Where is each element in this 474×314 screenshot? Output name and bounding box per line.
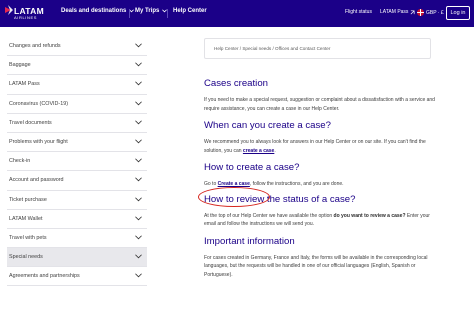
uk-flag-icon bbox=[417, 9, 424, 16]
sidebar-item-problems-with-flight[interactable]: Problems with your flight bbox=[7, 133, 147, 153]
heading-cases-creation: Cases creation bbox=[204, 78, 268, 89]
currency-selector[interactable]: GBP · £ bbox=[417, 9, 444, 16]
flight-status-label: Flight status bbox=[345, 9, 372, 15]
chevron-down-icon bbox=[135, 196, 142, 201]
latam-logo-mark-icon bbox=[5, 5, 13, 15]
sidebar-item-label: Agreements and partnerships bbox=[9, 273, 80, 280]
external-link-icon bbox=[411, 10, 415, 14]
nav-my-trips-label: My Trips bbox=[135, 8, 160, 14]
flight-status-link[interactable]: Flight status bbox=[345, 9, 372, 15]
top-navigation-bar: LATAM AIRLINES Deals and destinations My… bbox=[0, 0, 474, 27]
sidebar-item-special-needs[interactable]: Special needs bbox=[7, 248, 147, 268]
chevron-down-icon bbox=[135, 235, 142, 240]
sidebar-item-label: Account and password bbox=[9, 177, 64, 184]
sidebar-item-label: Coronavirus (COVID-19) bbox=[9, 100, 69, 107]
nav-my-trips[interactable]: My Trips bbox=[135, 8, 168, 14]
paragraph-text: . bbox=[274, 147, 276, 154]
sidebar-item-latam-pass[interactable]: LATAM Pass bbox=[7, 75, 147, 95]
sidebar-item-check-in[interactable]: Check-in bbox=[7, 152, 147, 172]
nav-help-center-label: Help Center bbox=[173, 8, 207, 14]
sidebar-item-label: LATAM Wallet bbox=[9, 215, 43, 222]
breadcrumb: Help Center / Special needs / Offices an… bbox=[204, 38, 431, 59]
paragraph-text: We recommend you to always look for answ… bbox=[204, 139, 426, 154]
currency-label: GBP · £ bbox=[426, 9, 444, 16]
sidebar-item-agreements-and-partnerships[interactable]: Agreements and partnerships bbox=[7, 267, 147, 287]
paragraph-review-status: At the top of our Help Center we have av… bbox=[204, 212, 438, 229]
latam-pass-link[interactable]: LATAM Pass bbox=[380, 9, 415, 15]
nav-divider bbox=[167, 9, 168, 18]
chevron-down-icon bbox=[129, 9, 135, 13]
brand-subtitle: AIRLINES bbox=[14, 15, 38, 20]
nav-deals-label: Deals and destinations bbox=[61, 8, 127, 14]
review-case-option: do you want to review a case? bbox=[333, 212, 406, 219]
sidebar-item-baggage[interactable]: Baggage bbox=[7, 56, 147, 76]
chevron-down-icon bbox=[135, 101, 142, 105]
chevron-down-icon bbox=[135, 177, 142, 182]
chevron-down-icon bbox=[135, 273, 142, 278]
paragraph-important-information: For cases created in Germany, France and… bbox=[204, 254, 428, 278]
sidebar-item-coronavirus[interactable]: Coronavirus (COVID-19) bbox=[7, 95, 147, 114]
create-a-case-link-primary[interactable]: Create a case bbox=[218, 181, 250, 187]
latam-logo[interactable]: LATAM AIRLINES bbox=[5, 5, 47, 22]
sidebar-item-travel-with-pets[interactable]: Travel with pets bbox=[7, 229, 147, 249]
create-a-case-link[interactable]: create a case bbox=[243, 148, 274, 154]
paragraph-text: At the top of our Help Center we have av… bbox=[204, 212, 334, 219]
heading-how-create-case: How to create a case? bbox=[204, 162, 300, 173]
paragraph-cases-creation: If you need to make a special request, s… bbox=[204, 97, 435, 112]
chevron-down-icon bbox=[135, 254, 142, 259]
chevron-down-icon bbox=[135, 62, 142, 67]
nav-help-center[interactable]: Help Center bbox=[173, 8, 207, 14]
sidebar-item-ticket-purchase[interactable]: Ticket purchase bbox=[7, 191, 147, 210]
heading-review-status: How to review the status of a case? bbox=[204, 193, 356, 205]
nav-divider bbox=[129, 9, 130, 18]
sidebar-item-label: Changes and refunds bbox=[9, 43, 61, 50]
sidebar-item-label: Baggage bbox=[9, 62, 31, 69]
login-button[interactable]: Log in bbox=[446, 6, 470, 20]
sidebar-item-changes-and-refunds[interactable]: Changes and refunds bbox=[7, 37, 147, 57]
chevron-down-icon bbox=[135, 120, 142, 125]
heading-when-create-case: When can you create a case? bbox=[204, 120, 331, 131]
sidebar-item-label: LATAM Pass bbox=[9, 81, 40, 88]
paragraph-text: , follow the instructions, and you are d… bbox=[249, 181, 344, 187]
sidebar-item-account-and-password[interactable]: Account and password bbox=[7, 171, 147, 191]
paragraph-text: Go to bbox=[204, 181, 218, 187]
sidebar-item-label: Ticket purchase bbox=[9, 196, 47, 203]
chevron-down-icon bbox=[135, 81, 142, 86]
paragraph-how-create-case: Go to Create a case, follow the instruct… bbox=[204, 180, 438, 189]
chevron-down-icon bbox=[135, 216, 142, 221]
sidebar-item-label: Travel with pets bbox=[9, 234, 47, 241]
sidebar-item-label: Special needs bbox=[9, 254, 43, 261]
sidebar-item-label: Check-in bbox=[9, 158, 31, 165]
help-topics-sidebar: Changes and refunds Baggage LATAM Pass C… bbox=[7, 37, 147, 287]
heading-important-information: Important information bbox=[204, 235, 295, 247]
sidebar-item-label: Problems with your flight bbox=[9, 139, 68, 146]
chevron-down-icon bbox=[135, 158, 142, 163]
sidebar-item-latam-wallet[interactable]: LATAM Wallet bbox=[7, 210, 147, 229]
sidebar-item-travel-documents[interactable]: Travel documents bbox=[7, 114, 147, 133]
sidebar-item-label: Travel documents bbox=[9, 119, 52, 126]
breadcrumb-text[interactable]: Help Center / Special needs / Offices an… bbox=[214, 46, 330, 51]
article-content: Cases creation If you need to make a spe… bbox=[204, 78, 438, 279]
paragraph-when-create-case: We recommend you to always look for answ… bbox=[204, 138, 438, 155]
chevron-down-icon bbox=[135, 43, 142, 48]
chevron-down-icon bbox=[135, 139, 142, 144]
latam-pass-label: LATAM Pass bbox=[380, 9, 409, 15]
nav-deals-and-destinations[interactable]: Deals and destinations bbox=[61, 8, 135, 14]
